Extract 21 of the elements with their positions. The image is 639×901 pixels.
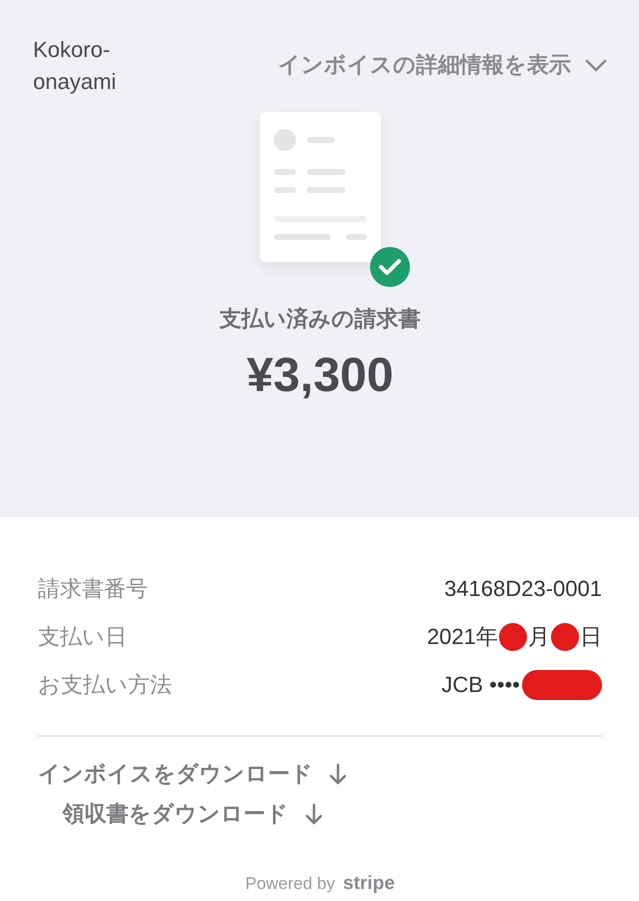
- powered-by-text: Powered by: [245, 874, 336, 894]
- chevron-icon: [585, 58, 607, 72]
- details-toggle[interactable]: インボイスの詳細情報を表示: [278, 50, 607, 80]
- detail-value: 34168D23-0001: [444, 576, 602, 602]
- amount: ¥3,300: [246, 348, 394, 403]
- download-link[interactable]: インボイスをダウンロード: [38, 759, 347, 789]
- detail-label: 支払い日: [38, 623, 127, 651]
- status-title: 支払い済みの請求書: [220, 305, 420, 333]
- redaction-mark: [499, 623, 527, 651]
- download-link[interactable]: 領収書をダウンロード: [62, 799, 322, 829]
- merchant-name: Kokoro-onayami: [33, 36, 118, 96]
- brand-logo: stripe: [343, 873, 395, 895]
- detail-value: 日: [580, 623, 602, 651]
- detail-label: 請求書番号: [38, 575, 148, 603]
- detail-value: JCB ••••: [442, 672, 520, 698]
- redaction-mark: [551, 623, 579, 651]
- arrow-down-icon: [304, 803, 322, 825]
- detail-value: 月: [528, 623, 550, 651]
- arrow-down-icon: [329, 763, 347, 785]
- detail-label: お支払い方法: [38, 671, 172, 699]
- detail-value: 2021年: [427, 623, 498, 651]
